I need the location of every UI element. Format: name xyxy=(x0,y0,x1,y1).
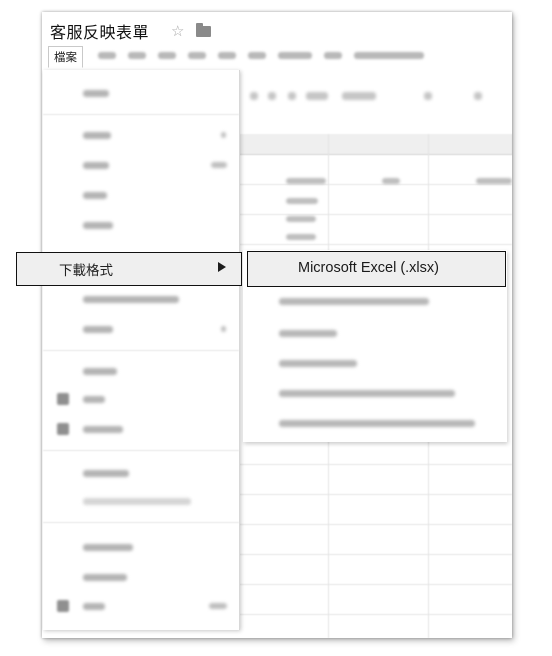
menu-separator xyxy=(43,350,239,351)
file-menu-item xyxy=(83,498,191,505)
submenu-item[interactable] xyxy=(279,390,455,397)
toolbar-font-select[interactable] xyxy=(342,92,376,100)
submenu-item[interactable] xyxy=(279,420,475,427)
submenu-item[interactable] xyxy=(279,298,429,305)
column-header[interactable] xyxy=(328,134,429,155)
grid-line xyxy=(238,554,512,555)
toolbar-zoom-select[interactable] xyxy=(306,92,328,100)
file-menu-item[interactable] xyxy=(83,603,105,610)
menu-item-data[interactable] xyxy=(218,52,236,59)
file-menu-item[interactable] xyxy=(83,544,133,551)
menu-item-last-edit[interactable] xyxy=(354,52,424,59)
submenu-indicator xyxy=(221,132,226,138)
toolbar-bold-icon[interactable] xyxy=(474,92,482,100)
grid-line xyxy=(238,464,512,465)
grid-line xyxy=(238,214,512,215)
toolbar-undo-icon[interactable] xyxy=(250,92,258,100)
menu-item-tools[interactable] xyxy=(248,52,266,59)
menu-item-view[interactable] xyxy=(128,52,146,59)
menu-bar: 檔案 xyxy=(42,46,512,68)
folder-icon xyxy=(57,393,69,405)
print-icon xyxy=(57,600,69,612)
menu-item-edit[interactable] xyxy=(98,52,116,59)
folder-icon[interactable] xyxy=(196,22,212,37)
download-xlsx-option[interactable]: Microsoft Excel (.xlsx) xyxy=(247,251,506,287)
grid-line xyxy=(238,614,512,615)
submenu-item[interactable] xyxy=(279,360,357,367)
header-cell-text xyxy=(476,178,512,184)
cell-text xyxy=(286,216,316,222)
menu-item-format[interactable] xyxy=(188,52,206,59)
grid-line xyxy=(238,494,512,495)
grid-line xyxy=(238,524,512,525)
trash-icon xyxy=(57,423,69,435)
file-menu-item[interactable] xyxy=(83,192,107,199)
document-title[interactable]: 客服反映表單 xyxy=(50,19,149,43)
title-bar: 客服反映表單 ☆ xyxy=(50,18,212,44)
grid-line xyxy=(238,584,512,585)
shortcut-hint xyxy=(211,162,227,168)
file-menu-item[interactable] xyxy=(83,326,113,333)
file-menu-dropdown xyxy=(43,70,240,630)
file-menu-item[interactable] xyxy=(83,132,111,139)
shortcut-hint xyxy=(209,603,227,609)
menu-separator xyxy=(43,114,239,115)
toolbar-size-select[interactable] xyxy=(424,92,432,100)
grid-line xyxy=(238,244,512,245)
file-menu-item[interactable] xyxy=(83,574,127,581)
toolbar-redo-icon[interactable] xyxy=(268,92,276,100)
toolbar-format-icon[interactable] xyxy=(288,92,296,100)
download-xlsx-label: Microsoft Excel (.xlsx) xyxy=(298,260,439,276)
file-menu-item[interactable] xyxy=(83,426,123,433)
file-menu-item[interactable] xyxy=(83,222,113,229)
menu-item-addons[interactable] xyxy=(278,52,312,59)
cell-text xyxy=(286,198,318,204)
menu-separator xyxy=(43,522,239,523)
header-cell-text xyxy=(382,178,400,184)
submenu-indicator xyxy=(221,326,226,332)
download-as-menu-item[interactable]: 下載格式 xyxy=(16,252,242,286)
submenu-item[interactable] xyxy=(279,330,337,337)
menu-separator xyxy=(43,450,239,451)
file-menu-item[interactable] xyxy=(83,162,109,169)
menu-item-insert[interactable] xyxy=(158,52,176,59)
column-header[interactable] xyxy=(428,134,512,155)
cell-text xyxy=(286,234,316,240)
header-cell-text xyxy=(286,178,326,184)
download-as-label: 下載格式 xyxy=(59,263,113,279)
menu-file[interactable]: 檔案 xyxy=(48,46,83,68)
star-icon[interactable]: ☆ xyxy=(171,22,184,40)
file-menu-item[interactable] xyxy=(83,396,105,403)
file-menu-item[interactable] xyxy=(83,296,179,303)
menu-item-help[interactable] xyxy=(324,52,342,59)
file-menu-item[interactable] xyxy=(83,90,109,97)
grid-line xyxy=(238,184,512,185)
column-header[interactable] xyxy=(238,134,329,155)
arrow-right-icon xyxy=(218,262,226,272)
file-menu-item[interactable] xyxy=(83,368,117,375)
file-menu-item[interactable] xyxy=(83,470,129,477)
